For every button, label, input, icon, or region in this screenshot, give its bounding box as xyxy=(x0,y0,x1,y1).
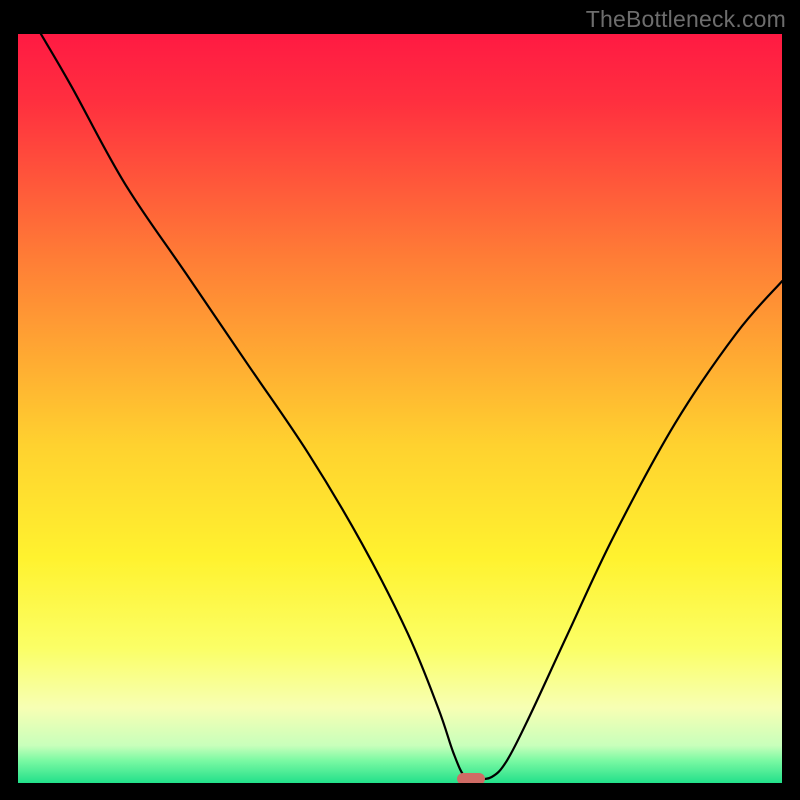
bottleneck-curve xyxy=(18,34,782,783)
chart-frame xyxy=(10,31,790,791)
watermark-text: TheBottleneck.com xyxy=(586,6,786,33)
optimal-marker xyxy=(457,773,485,783)
plot-area xyxy=(18,34,782,783)
